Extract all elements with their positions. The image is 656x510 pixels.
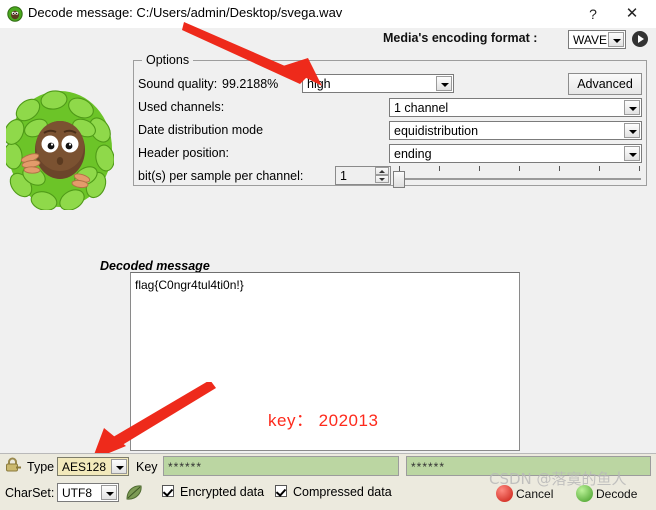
sound-quality-value: high [307,77,331,91]
decode-button-label: Decode [596,487,638,501]
chevron-down-icon[interactable] [101,485,117,500]
decode-message-window: Decode message: C:/Users/admin/Desktop/s… [0,0,656,510]
header-position-label: Header position: [138,146,230,160]
encoding-format-select[interactable]: WAVE [568,30,626,49]
cancel-button-label: Cancel [516,487,554,501]
chevron-down-icon[interactable] [111,459,127,474]
chevron-down-icon[interactable] [624,100,640,115]
leaf-icon[interactable] [125,484,143,501]
slider-thumb[interactable] [393,171,405,188]
app-mascot-icon [7,6,23,22]
compressed-data-checkbox[interactable] [275,485,287,497]
bits-per-sample-value: 1 [340,169,347,183]
used-channels-select[interactable]: 1 channel [389,98,642,117]
bits-per-sample-slider[interactable] [393,162,643,188]
chevron-down-icon[interactable] [436,76,452,91]
chevron-down-icon[interactable] [608,32,624,47]
header-position-select[interactable]: ending [389,144,642,163]
key-label: Key [136,460,158,474]
stepper-down-icon[interactable] [375,175,389,183]
sound-quality-label: Sound quality: [138,77,218,91]
key-annotation-text: key： 202013 [268,411,379,430]
decoded-message-label: Decoded message [100,259,210,273]
bits-per-sample-stepper[interactable]: 1 [335,166,391,185]
advanced-button-label: Advanced [577,77,633,91]
date-distribution-select[interactable]: equidistribution [389,121,642,140]
key-confirm-input-value: ****** [411,460,446,474]
date-distribution-value: equidistribution [394,124,479,138]
encrypted-data-checkbox[interactable] [162,485,174,497]
csdn-watermark: CSDN @落寞的鱼人 [489,470,627,488]
title-bar: Decode message: C:/Users/admin/Desktop/s… [0,0,656,28]
help-button[interactable]: ? [582,3,604,25]
advanced-button[interactable]: Advanced [568,73,642,95]
decoded-message-text: flag{C0ngr4tul4ti0n!} [135,278,244,292]
app-mascot-image [3,88,115,211]
encrypted-data-label: Encrypted data [180,485,265,499]
type-label: Type [27,460,55,474]
key-input-value: ****** [168,460,203,474]
chevron-down-icon[interactable] [624,123,640,138]
window-title: Decode message: C:/Users/admin/Desktop/s… [28,5,343,20]
encoding-format-label: Media's encoding format : [383,31,538,45]
chevron-down-icon[interactable] [624,146,640,161]
encryption-type-select[interactable]: AES128 [57,457,129,476]
stepper-up-icon[interactable] [375,167,389,175]
charset-label: CharSet: [5,486,55,500]
lock-icon [5,457,22,474]
key-input[interactable]: ****** [163,456,399,476]
date-distribution-label: Date distribution mode [138,123,264,137]
charset-select[interactable]: UTF8 [57,483,119,502]
charset-value: UTF8 [62,486,92,500]
slider-track [399,178,641,180]
play-icon[interactable] [632,31,648,47]
encryption-type-value: AES128 [62,460,107,474]
compressed-data-label: Compressed data [293,485,392,499]
encoding-format-value: WAVE [573,33,608,47]
sound-quality-select[interactable]: high [302,74,454,93]
options-group-title: Options [142,53,194,67]
used-channels-label: Used channels: [138,100,225,114]
used-channels-value: 1 channel [394,101,449,115]
bits-per-sample-label: bit(s) per sample per channel: [138,169,304,183]
close-button[interactable]: ✕ [620,3,644,25]
sound-quality-percent: 99.2188% [222,77,279,91]
header-position-value: ending [394,147,432,161]
